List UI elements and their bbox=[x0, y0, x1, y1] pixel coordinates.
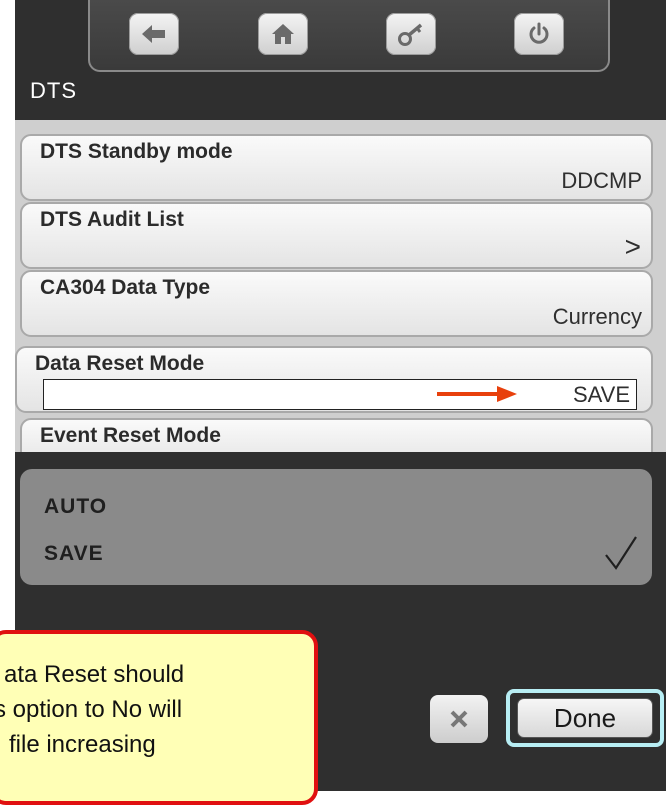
power-icon bbox=[529, 22, 549, 44]
setting-value: DDCMP bbox=[561, 168, 642, 193]
done-highlight: Done bbox=[506, 689, 664, 747]
setting-value: Currency bbox=[552, 304, 642, 329]
setting-label: CA304 Data Type bbox=[40, 276, 211, 299]
back-button[interactable] bbox=[129, 13, 179, 55]
setting-value: SAVE bbox=[572, 382, 630, 407]
key-button[interactable] bbox=[386, 13, 436, 55]
callout-line: file increasing bbox=[9, 731, 156, 758]
setting-ca304-data-type[interactable]: CA304 Data Type Currency bbox=[20, 270, 653, 337]
setting-label: DTS Standby mode bbox=[40, 140, 233, 163]
power-button[interactable] bbox=[514, 13, 564, 55]
key-icon bbox=[398, 23, 423, 46]
top-toolbar bbox=[88, 0, 610, 72]
setting-dts-standby-mode[interactable]: DTS Standby mode DDCMP bbox=[20, 134, 653, 201]
option-list: AUTO SAVE bbox=[20, 469, 652, 585]
home-icon bbox=[272, 24, 294, 44]
callout-line: ata Reset should bbox=[4, 661, 185, 688]
selected-value-box: SAVE bbox=[43, 379, 637, 410]
setting-data-reset-mode[interactable]: Data Reset Mode SAVE bbox=[15, 346, 653, 413]
close-icon bbox=[450, 710, 468, 728]
option-save[interactable]: SAVE bbox=[44, 542, 104, 566]
done-button[interactable]: Done bbox=[517, 698, 653, 738]
option-auto[interactable]: AUTO bbox=[44, 495, 107, 519]
callout-line: s option to No will bbox=[0, 696, 183, 723]
setting-label: DTS Audit List bbox=[40, 208, 184, 231]
setting-label: Data Reset Mode bbox=[35, 352, 205, 375]
arrow-left-icon bbox=[142, 25, 165, 43]
checkmark-icon bbox=[605, 536, 637, 570]
chevron-right-icon: > bbox=[624, 231, 641, 262]
settings-list: DTS Standby mode DDCMP DTS Audit List > … bbox=[15, 120, 666, 468]
callout-text: ata Reset should s option to No will fil… bbox=[0, 657, 316, 762]
setting-dts-audit-list[interactable]: DTS Audit List > bbox=[20, 202, 653, 269]
callout-note: ata Reset should s option to No will fil… bbox=[0, 630, 318, 805]
cancel-button[interactable] bbox=[430, 695, 488, 743]
screen-title: DTS bbox=[30, 78, 77, 103]
home-button[interactable] bbox=[258, 13, 308, 55]
setting-label: Event Reset Mode bbox=[40, 424, 221, 447]
annotation-arrow-icon bbox=[437, 386, 517, 402]
